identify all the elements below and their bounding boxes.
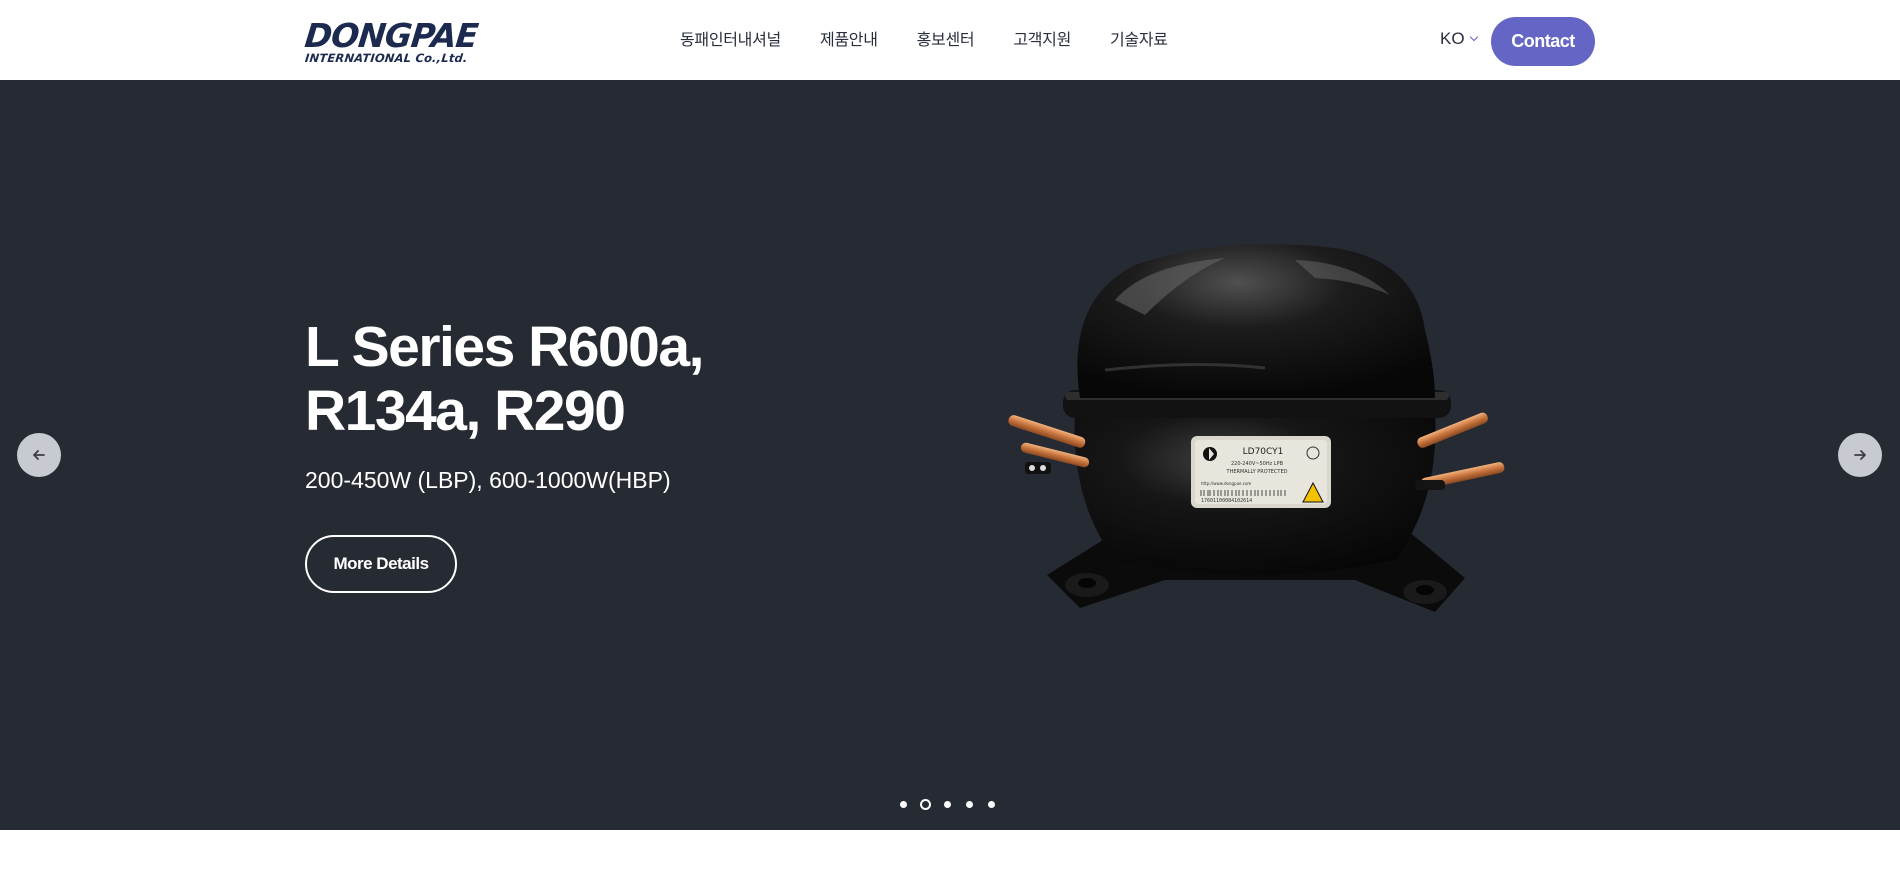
label-url: http://www.dongpae.com bbox=[1201, 481, 1251, 486]
nav-item-pr-center[interactable]: 홍보센터 bbox=[917, 28, 975, 56]
site-header: DONGPAE INTERNATIONAL Co.,Ltd. 동패인터내셔널 제… bbox=[0, 0, 1900, 80]
nav-item-technical-data[interactable]: 기술자료 bbox=[1110, 28, 1168, 56]
hero-title: L Series R600a, R134a, R290 bbox=[305, 315, 825, 443]
nav-item-company[interactable]: 동패인터내셔널 bbox=[680, 28, 781, 56]
slider-next-button[interactable] bbox=[1838, 433, 1882, 477]
logo-subtitle: INTERNATIONAL Co.,Ltd. bbox=[304, 51, 469, 65]
slider-dot-1[interactable] bbox=[900, 800, 907, 808]
hero-title-line-2: R134a, R290 bbox=[305, 379, 626, 443]
compressor-product-image: LD70CY1 220-240V~50Hz LPB THERMALLY PROT… bbox=[1008, 244, 1505, 612]
contact-button[interactable]: Contact bbox=[1491, 17, 1595, 66]
language-label: KO bbox=[1440, 29, 1465, 48]
hero-title-line-1: L Series R600a, bbox=[305, 315, 704, 379]
slider-prev-button[interactable] bbox=[17, 433, 61, 477]
hero-slider: L Series R600a, R134a, R290 200-450W (LB… bbox=[0, 80, 1900, 830]
more-details-button[interactable]: More Details bbox=[305, 535, 457, 593]
slider-dot-5[interactable] bbox=[988, 800, 995, 808]
slider-dot-4[interactable] bbox=[966, 800, 973, 808]
nav-item-support[interactable]: 고객지원 bbox=[1013, 28, 1071, 56]
arrow-left-icon bbox=[33, 450, 45, 460]
below-hero-section bbox=[0, 830, 1900, 887]
label-model: LD70CY1 bbox=[1243, 447, 1284, 457]
language-selector[interactable]: KO bbox=[1440, 29, 1478, 49]
slider-dot-2[interactable] bbox=[920, 798, 931, 810]
label-line-2: THERMALLY PROTECTED bbox=[1226, 469, 1288, 475]
logo-wordmark: DONGPAE bbox=[302, 16, 480, 55]
dongpae-logo[interactable]: DONGPAE INTERNATIONAL Co.,Ltd. bbox=[302, 16, 480, 65]
label-barcode: 17601100084102614 bbox=[1201, 498, 1252, 504]
arrow-right-icon bbox=[1854, 450, 1866, 460]
nav-item-products[interactable]: 제품안내 bbox=[820, 28, 878, 56]
slider-pagination bbox=[900, 797, 1010, 811]
chevron-down-icon bbox=[1469, 32, 1478, 42]
label-line-1: 220-240V~50Hz LPB bbox=[1231, 461, 1284, 467]
main-nav: 동패인터내셔널 제품안내 홍보센터 고객지원 기술자료 bbox=[680, 28, 1207, 56]
slider-dot-3[interactable] bbox=[944, 800, 951, 808]
hero-subtitle: 200-450W (LBP), 600-1000W(HBP) bbox=[305, 467, 671, 493]
